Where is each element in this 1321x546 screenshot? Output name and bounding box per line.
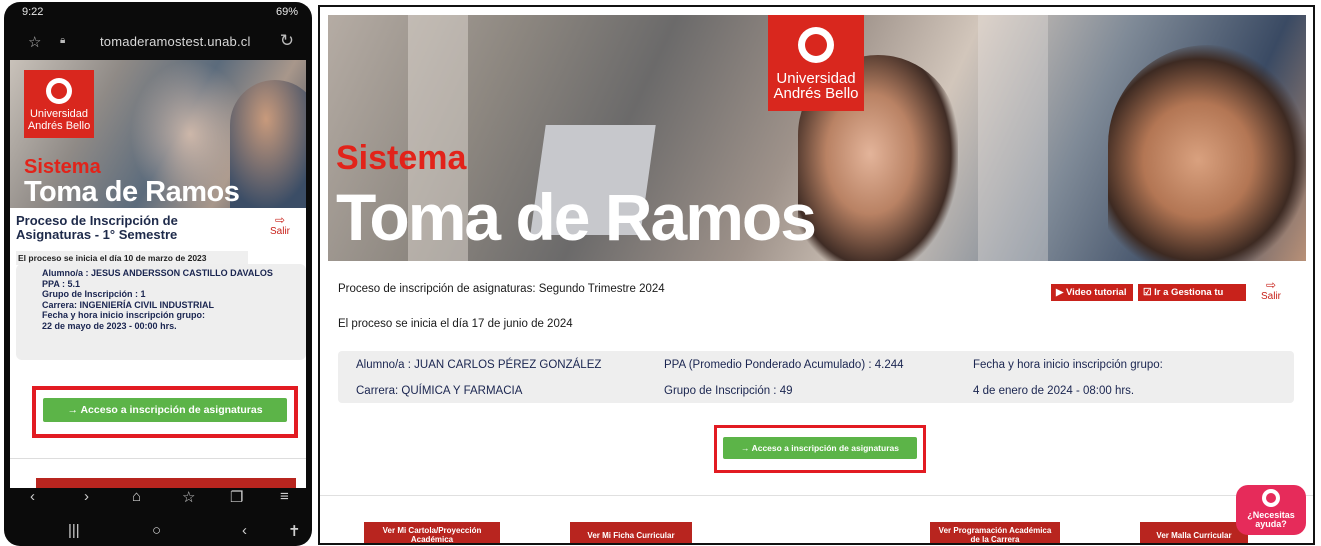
hero-banner: Universidad Andrés Bello Sistema Toma de… [328, 15, 1306, 261]
info-line: 22 de mayo de 2023 - 00:00 hrs. [42, 320, 177, 331]
reload-icon[interactable]: ↻ [280, 31, 294, 51]
hero-title: Toma de Ramos [336, 180, 817, 254]
video-tutorial-button[interactable]: ▶ Video tutorial [1051, 284, 1133, 301]
bookmark-icon[interactable]: ☆ [182, 488, 195, 506]
home-icon[interactable]: ☆ [28, 33, 41, 51]
recents-icon[interactable]: ||| [68, 522, 80, 539]
tabs-icon[interactable]: ❐ [230, 488, 243, 506]
hero-sistema: Sistema [336, 139, 467, 177]
accessibility-icon[interactable]: ✝ [288, 522, 301, 540]
system-back-icon[interactable]: ‹ [242, 522, 247, 539]
battery-level: 69% [275, 6, 298, 18]
university-logo: Universidad Andrés Bello [24, 70, 94, 138]
mobile-page: Universidad Andrés Bello Sistema Toma de… [10, 60, 306, 488]
inscription-group: Grupo de Inscripción : 49 [664, 385, 793, 397]
system-nav-bar: ||| ○ ‹ ✝ [4, 516, 312, 546]
lock-icon: 🔒︎ [60, 35, 66, 46]
student-name: Alumno/a : JUAN CARLOS PÉREZ GONZÁLEZ [356, 359, 602, 371]
desktop-screenshot: Universidad Andrés Bello Sistema Toma de… [318, 5, 1315, 545]
partial-red-button[interactable] [36, 478, 296, 488]
process-title: Proceso de inscripción de asignaturas: S… [338, 283, 665, 295]
student-info-box: Alumno/a : JESUS ANDERSSON CASTILLO DAVA… [16, 264, 306, 360]
help-chat-button[interactable]: ¿Necesitas ayuda? [1236, 485, 1306, 535]
acceso-inscripcion-button[interactable]: → Acceso a inscripción de asignaturas [723, 437, 917, 459]
cartola-button[interactable]: Ver Mi Cartola/Proyección Académica [364, 522, 500, 543]
home-icon[interactable]: ⌂ [132, 488, 141, 505]
status-bar: 9:22 69% [4, 2, 312, 24]
student-info-box: Alumno/a : JUAN CARLOS PÉREZ GONZÁLEZ PP… [338, 351, 1294, 403]
info-line: Fecha y hora inicio inscripción grupo: [42, 310, 206, 320]
browser-nav-bar: ‹ › ⌂ ☆ ❐ ≡ [4, 488, 312, 510]
logout-icon: ⇨ [274, 213, 286, 227]
start-date-value: 4 de enero de 2024 - 08:00 hrs. [973, 385, 1135, 397]
divider [10, 458, 306, 459]
forward-icon[interactable]: › [84, 488, 89, 505]
student-ppa: PPA (Promedio Ponderado Acumulado) : 4.2… [664, 359, 904, 371]
help-logo-icon [1262, 489, 1280, 507]
menu-icon[interactable]: ≡ [280, 488, 289, 505]
info-line: Carrera: INGENIERÍA CIVIL INDUSTRIAL [42, 299, 215, 310]
info-line: Grupo de Inscripción : 1 [42, 289, 146, 299]
programacion-academica-button[interactable]: Ver Programación Académica de la Carrera [930, 522, 1060, 543]
process-date: El proceso se inicia el día 10 de marzo … [16, 251, 248, 265]
logout-button[interactable]: ⇨ Salir [1256, 279, 1286, 302]
browser-address-bar[interactable]: ☆ 🔒︎ tomaderamostest.unab.cl ↻ [4, 24, 312, 60]
start-date-label: Fecha y hora inicio inscripción grupo: [973, 359, 1163, 371]
info-line: PPA : 5.1 [42, 278, 81, 289]
acceso-inscripcion-button[interactable]: → Acceso a inscripción de asignaturas [43, 398, 287, 422]
logout-icon: ⇨ [1265, 278, 1277, 292]
malla-curricular-button[interactable]: Ver Malla Curricular [1140, 522, 1248, 543]
process-date: El proceso se inicia el día 17 de junio … [338, 318, 573, 330]
process-title: Proceso de Inscripción de Asignaturas - … [16, 213, 178, 242]
home-circle-icon[interactable]: ○ [152, 522, 161, 539]
url-text[interactable]: tomaderamostest.unab.cl [100, 34, 251, 49]
info-line: Alumno/a : JESUS ANDERSSON CASTILLO DAVA… [42, 268, 273, 278]
hero-title: Toma de Ramos [24, 176, 240, 208]
hero-banner: Universidad Andrés Bello Sistema Toma de… [10, 60, 306, 208]
gestiona-caso-button[interactable]: ☑ Ir a Gestiona tu Caso [1138, 284, 1246, 315]
university-logo: Universidad Andrés Bello [768, 15, 864, 111]
logout-button[interactable]: ⇨ Salir [260, 214, 300, 237]
mobile-screenshot: 9:22 69% ☆ 🔒︎ tomaderamostest.unab.cl ↻ … [4, 2, 312, 546]
status-time: 9:22 [22, 6, 44, 18]
ficha-curricular-button[interactable]: Ver Mi Ficha Curricular [570, 522, 692, 543]
student-career: Carrera: QUÍMICA Y FARMACIA [356, 385, 523, 397]
divider [320, 495, 1313, 496]
back-icon[interactable]: ‹ [30, 488, 35, 505]
